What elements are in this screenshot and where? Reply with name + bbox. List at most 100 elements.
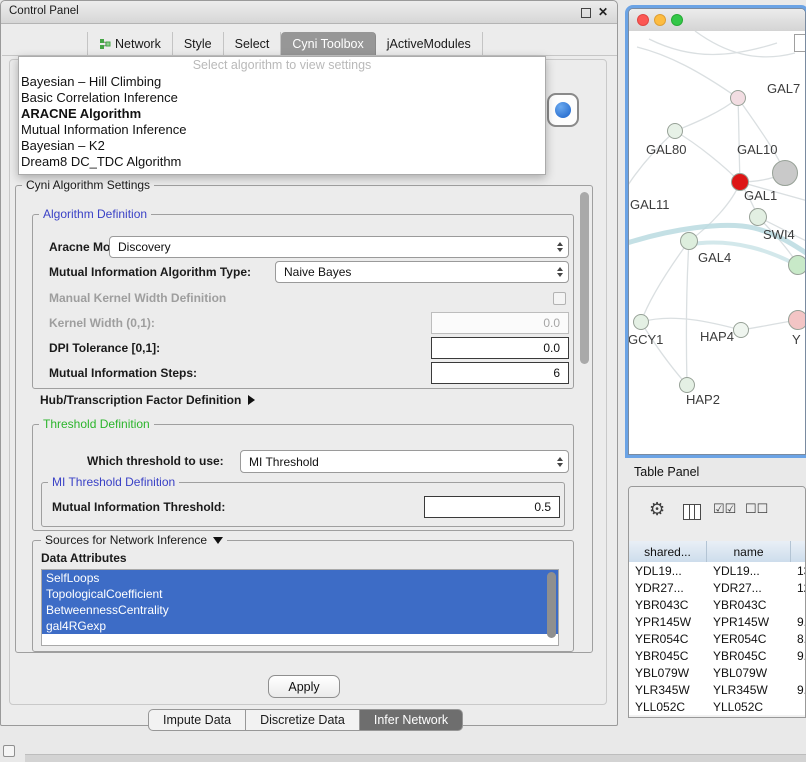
network-corner-widget[interactable] — [794, 34, 805, 52]
network-node[interactable] — [679, 377, 695, 393]
tab-impute-data[interactable]: Impute Data — [148, 709, 246, 731]
cell: YBL079W — [629, 664, 707, 681]
collapsed-panel-icon[interactable] — [3, 745, 15, 757]
mi-steps-field[interactable]: 6 — [431, 362, 569, 384]
cell: YBL079W — [707, 664, 791, 681]
network-node[interactable] — [733, 322, 749, 338]
threshold-definition-group: Threshold Definition Which threshold to … — [32, 424, 574, 531]
dpi-tolerance-field[interactable]: 0.0 — [431, 337, 569, 359]
tab-infer-network[interactable]: Infer Network — [360, 709, 463, 731]
close-icon[interactable]: ✕ — [598, 5, 608, 19]
mi-threshold-group-title: MI Threshold Definition — [48, 475, 179, 489]
network-tab-icon — [99, 38, 111, 50]
cell — [791, 698, 805, 715]
network-node[interactable] — [788, 310, 805, 330]
table-row[interactable]: YBL079WYBL079W — [629, 664, 805, 682]
table-row[interactable]: YBR045CYBR045C9. — [629, 647, 805, 665]
dropdown-item[interactable]: Bayesian – Hill Climbing — [19, 74, 545, 90]
settings-scrollbar-thumb[interactable] — [580, 192, 589, 364]
sources-section-toggle[interactable]: Sources for Network Inference — [41, 533, 227, 547]
table-row[interactable]: YER054CYER054C8. — [629, 630, 805, 648]
network-canvas[interactable]: GAL7GAL80GAL10GAL11GAL1SWI4GAL4GCY1HAP4Y… — [629, 31, 805, 454]
attribute-item-selected[interactable]: BetweennessCentrality — [42, 602, 558, 618]
network-node-label: GAL10 — [737, 142, 777, 157]
combo-arrows-icon — [557, 237, 563, 257]
attribute-item-selected[interactable]: gal4RGexp — [42, 618, 558, 634]
control-panel-tabs: Network Style Select Cyni Toolbox jActiv… — [87, 32, 483, 55]
attribute-list-scrollbar-thumb[interactable] — [547, 572, 556, 638]
tab-style[interactable]: Style — [173, 32, 224, 55]
network-node-label: HAP2 — [686, 392, 720, 407]
cell: YBR045C — [629, 647, 707, 664]
minimize-traffic-light[interactable] — [654, 14, 666, 26]
columns-icon[interactable] — [683, 504, 701, 520]
table-row[interactable]: YBR043CYBR043C — [629, 596, 805, 614]
select-all-icon[interactable]: ☑☑ — [713, 501, 736, 517]
mi-threshold-field[interactable]: 0.5 — [424, 496, 560, 518]
kernel-width-field[interactable]: 0.0 — [431, 312, 569, 334]
which-threshold-select[interactable]: MI Threshold — [240, 450, 569, 473]
network-node[interactable] — [772, 160, 798, 186]
table-row[interactable]: YLR345WYLR345W9. — [629, 681, 805, 699]
tab-discretize-data[interactable]: Discretize Data — [246, 709, 360, 731]
table-row[interactable]: YDL19...YDL19...13 — [629, 562, 805, 580]
table-panel-title: Table Panel — [634, 465, 699, 479]
attribute-item-selected[interactable]: SelfLoops — [42, 570, 558, 586]
network-node[interactable] — [667, 123, 683, 139]
table-header-row: shared... name — [629, 541, 805, 563]
mi-steps-label: Mutual Information Steps: — [49, 366, 197, 380]
cell: 13 — [791, 562, 805, 579]
control-panel-titlebar[interactable]: Control Panel ✕ — [1, 1, 617, 24]
hub-section-toggle[interactable]: Hub/Transcription Factor Definition — [40, 393, 255, 407]
deselect-all-icon[interactable]: ☐☐ — [745, 501, 768, 517]
network-node-label: GAL4 — [698, 250, 731, 265]
tab-select[interactable]: Select — [224, 32, 282, 55]
column-header-cut[interactable] — [791, 541, 805, 562]
tab-network[interactable]: Network — [87, 32, 173, 55]
dropdown-item[interactable]: Bayesian – K2 — [19, 138, 545, 154]
algorithm-info-button[interactable] — [547, 93, 579, 127]
cell: YLR345W — [707, 681, 791, 698]
network-node[interactable] — [788, 255, 805, 275]
tab-cyni-toolbox[interactable]: Cyni Toolbox — [281, 32, 375, 55]
network-node-label: GAL11 — [630, 197, 670, 212]
cell: 12 — [791, 579, 805, 596]
cell: YER054C — [629, 630, 707, 647]
which-threshold-label: Which threshold to use: — [87, 454, 224, 468]
mi-type-select[interactable]: Naive Bayes — [275, 261, 569, 283]
dropdown-item[interactable]: Mutual Information Inference — [19, 122, 545, 138]
table-row[interactable]: YDR27...YDR27...12 — [629, 579, 805, 597]
dropdown-item[interactable]: Basic Correlation Inference — [19, 90, 545, 106]
network-view-window: GAL7GAL80GAL10GAL11GAL1SWI4GAL4GCY1HAP4Y… — [628, 8, 806, 455]
tab-cyni-toolbox-label: Cyni Toolbox — [292, 37, 363, 51]
network-node-label: SWI4 — [763, 227, 795, 242]
cell: YLL052C — [707, 698, 791, 715]
dropdown-item[interactable]: Dream8 DC_TDC Algorithm — [19, 154, 545, 170]
kernel-width-label: Kernel Width (0,1): — [49, 316, 155, 330]
network-node[interactable] — [633, 314, 649, 330]
gear-icon[interactable]: ⚙ — [649, 499, 665, 520]
cell: YBR043C — [707, 596, 791, 613]
attribute-item-selected[interactable]: TopologicalCoefficient — [42, 586, 558, 602]
network-node[interactable] — [680, 232, 698, 250]
algorithm-definition-title: Algorithm Definition — [39, 207, 151, 221]
cell: 9. — [791, 681, 805, 698]
manual-kernel-checkbox[interactable] — [553, 292, 566, 305]
column-header-shared-name[interactable]: shared... — [629, 541, 707, 562]
column-header-name[interactable]: name — [707, 541, 791, 562]
cell: YER054C — [707, 630, 791, 647]
network-node-label: GCY1 — [629, 332, 663, 347]
apply-button[interactable]: Apply — [268, 675, 340, 698]
close-traffic-light[interactable] — [637, 14, 649, 26]
network-window-titlebar[interactable] — [629, 9, 805, 32]
table-row[interactable]: YLL052CYLL052C — [629, 698, 805, 716]
zoom-traffic-light[interactable] — [671, 14, 683, 26]
aracne-mode-select[interactable]: Discovery — [109, 236, 569, 258]
float-window-icon[interactable] — [581, 8, 591, 18]
combo-arrows-icon — [557, 451, 563, 472]
dropdown-item-selected[interactable]: ARACNE Algorithm — [19, 106, 545, 122]
network-node[interactable] — [749, 208, 767, 226]
tab-jactivemodules[interactable]: jActiveModules — [376, 32, 483, 55]
network-node[interactable] — [730, 90, 746, 106]
table-row[interactable]: YPR145WYPR145W9. — [629, 613, 805, 631]
